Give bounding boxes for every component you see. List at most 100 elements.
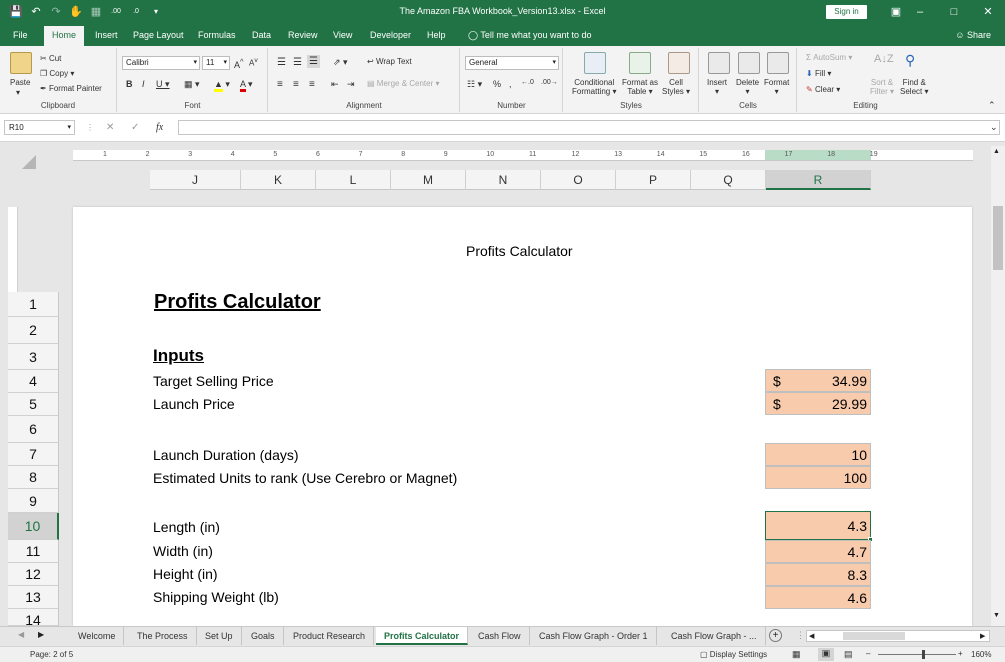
- row-header-8[interactable]: 8: [8, 466, 59, 489]
- sheet-tab-profits-calculator[interactable]: Profits Calculator: [376, 627, 469, 645]
- column-header-j[interactable]: J: [150, 170, 241, 190]
- underline-icon[interactable]: U ▾: [156, 79, 170, 90]
- insert-function-icon[interactable]: fx: [156, 122, 163, 133]
- zoom-in-icon[interactable]: +: [958, 649, 963, 658]
- sheet-tab-the-process[interactable]: The Process: [129, 627, 197, 645]
- target-selling-price-cell[interactable]: $ 34.99: [765, 369, 871, 392]
- insert-cells-button[interactable]: Insert ▾: [707, 78, 727, 96]
- enter-icon[interactable]: ✓: [131, 122, 139, 133]
- row-header-5[interactable]: 5: [8, 393, 59, 416]
- row-header-6[interactable]: 6: [8, 416, 59, 443]
- decrease-font-icon[interactable]: Av: [249, 57, 258, 68]
- sheet-title[interactable]: Profits Calculator: [154, 291, 321, 314]
- display-settings-button[interactable]: ▢ Display Settings: [700, 650, 767, 659]
- normal-view-icon[interactable]: ▦: [792, 649, 801, 660]
- sheet-tab-product-research[interactable]: Product Research: [285, 627, 375, 645]
- row-header-4[interactable]: 4: [8, 370, 59, 393]
- horizontal-scrollbar[interactable]: ◀ ▶: [806, 630, 990, 642]
- page-break-view-icon[interactable]: ▤: [844, 649, 853, 660]
- column-header-p[interactable]: P: [616, 170, 691, 190]
- bottom-align-icon[interactable]: ☰: [307, 55, 320, 68]
- row-header-13[interactable]: 13: [8, 586, 59, 609]
- sign-in-button[interactable]: Sign in: [826, 5, 867, 19]
- copy-button[interactable]: ❐ Copy ▾: [40, 69, 74, 78]
- paste-dropdown-icon[interactable]: ▾: [16, 88, 20, 97]
- share-button[interactable]: ☺ Share: [955, 30, 991, 40]
- column-header-l[interactable]: L: [316, 170, 391, 190]
- name-box[interactable]: R10 ▾: [4, 120, 75, 135]
- increase-indent-icon[interactable]: ⇥: [347, 79, 355, 90]
- launch-price-cell[interactable]: $ 29.99: [765, 392, 871, 415]
- fill-button[interactable]: ⬇ Fill ▾: [806, 69, 831, 78]
- font-size-combo[interactable]: 11 ▾: [202, 56, 230, 70]
- height-cell[interactable]: 8.3: [765, 563, 871, 586]
- tab-view[interactable]: View: [330, 28, 355, 46]
- align-right-icon[interactable]: ≡: [309, 79, 315, 90]
- autosum-button[interactable]: Σ AutoSum ▾: [806, 53, 852, 62]
- number-format-combo[interactable]: General ▾: [465, 56, 559, 70]
- orientation-icon[interactable]: ⇗ ▾: [333, 57, 348, 68]
- target-selling-price-label[interactable]: Target Selling Price: [153, 373, 274, 389]
- sort-filter-button[interactable]: Sort & Filter ▾: [870, 78, 894, 96]
- format-painter-button[interactable]: ✒ Format Painter: [40, 84, 102, 93]
- launch-price-label[interactable]: Launch Price: [153, 396, 235, 412]
- row-header-7[interactable]: 7: [8, 443, 59, 466]
- decrease-decimal-icon[interactable]: .00→: [541, 79, 558, 86]
- select-all-icon[interactable]: [22, 155, 36, 169]
- tab-splitter[interactable]: ⋮: [796, 630, 805, 641]
- row-header-10[interactable]: 10: [8, 513, 59, 540]
- zoom-slider[interactable]: [878, 654, 956, 655]
- tab-review[interactable]: Review: [285, 28, 321, 46]
- vertical-scrollbar[interactable]: ▲ ▼: [991, 146, 1005, 626]
- sheet-tab-cash-flow-graph-more[interactable]: Cash Flow Graph - ...: [663, 627, 766, 645]
- launch-duration-cell[interactable]: 10: [765, 443, 871, 466]
- font-color-icon[interactable]: A ▾: [240, 79, 253, 92]
- cell-styles-button[interactable]: Cell Styles ▾: [662, 78, 690, 96]
- maximize-button[interactable]: □: [937, 0, 971, 24]
- zoom-slider-thumb[interactable]: [922, 650, 925, 659]
- previous-sheet-icon[interactable]: ◀: [18, 630, 24, 639]
- increase-decimal-icon[interactable]: ←.0: [521, 79, 534, 86]
- find-select-button[interactable]: Find & Select ▾: [900, 78, 928, 96]
- font-name-combo[interactable]: Calibri ▾: [122, 56, 200, 70]
- shipping-weight-cell[interactable]: 4.6: [765, 586, 871, 609]
- launch-duration-label[interactable]: Launch Duration (days): [153, 447, 299, 463]
- wrap-text-button[interactable]: ↩ Wrap Text: [367, 57, 412, 66]
- inputs-heading[interactable]: Inputs: [153, 346, 204, 366]
- tab-help[interactable]: Help: [424, 28, 449, 46]
- height-label[interactable]: Height (in): [153, 566, 218, 582]
- borders-icon[interactable]: ▦ ▾: [184, 79, 200, 90]
- tell-me-box[interactable]: ◯ Tell me what you want to do: [465, 28, 594, 46]
- length-label[interactable]: Length (in): [153, 519, 220, 535]
- tab-page-layout[interactable]: Page Layout: [130, 28, 187, 46]
- italic-icon[interactable]: I: [142, 79, 145, 89]
- align-center-icon[interactable]: ≡: [293, 79, 299, 90]
- sheet-tab-cash-flow[interactable]: Cash Flow: [470, 627, 530, 645]
- delete-cells-button[interactable]: Delete ▾: [736, 78, 759, 96]
- tab-home[interactable]: Home: [44, 26, 85, 46]
- next-sheet-icon[interactable]: ▶: [38, 630, 44, 639]
- scroll-down-icon[interactable]: ▼: [993, 612, 1000, 619]
- formula-input[interactable]: [178, 120, 1000, 135]
- row-header-2[interactable]: 2: [8, 317, 59, 344]
- estimated-units-cell[interactable]: 100: [765, 466, 871, 489]
- page-layout-view-icon[interactable]: ▣: [818, 648, 834, 661]
- vertical-scroll-thumb[interactable]: [993, 206, 1003, 270]
- column-header-k[interactable]: K: [241, 170, 316, 190]
- width-label[interactable]: Width (in): [153, 543, 213, 559]
- row-header-12[interactable]: 12: [8, 563, 59, 586]
- decrease-indent-icon[interactable]: ⇤: [331, 79, 339, 90]
- length-cell[interactable]: 4.3: [765, 511, 873, 542]
- sheet-tab-goals[interactable]: Goals: [243, 627, 284, 645]
- scroll-right-icon[interactable]: ▶: [980, 632, 985, 640]
- row-header-11[interactable]: 11: [8, 540, 59, 563]
- middle-align-icon[interactable]: ☰: [293, 57, 302, 68]
- merge-center-button[interactable]: ▤ Merge & Center ▾: [367, 79, 440, 88]
- scroll-up-icon[interactable]: ▲: [993, 148, 1000, 155]
- row-header-1[interactable]: 1: [8, 292, 59, 317]
- clear-button[interactable]: ✎ Clear ▾: [806, 85, 840, 94]
- paste-button[interactable]: Paste: [10, 78, 30, 87]
- scroll-left-icon[interactable]: ◀: [809, 632, 814, 640]
- add-sheet-icon[interactable]: +: [769, 629, 782, 642]
- row-header-9[interactable]: 9: [8, 489, 59, 513]
